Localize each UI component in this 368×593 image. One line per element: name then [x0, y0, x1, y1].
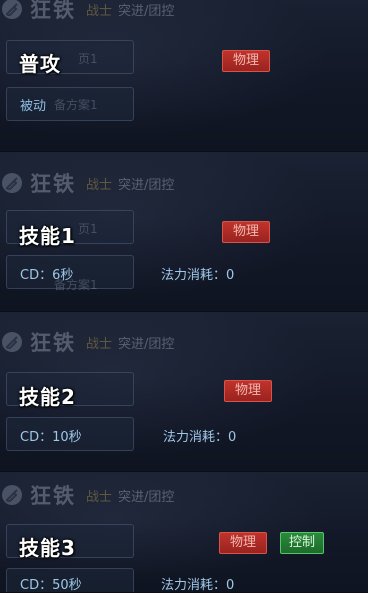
hero-icon: [2, 173, 22, 193]
mana-cost-label: 法力消耗：0: [161, 578, 235, 593]
mana-cost-label: 法力消耗：0: [163, 430, 237, 445]
skill-title: 技能2: [19, 385, 76, 409]
ghost-plan-label: 备方案1: [54, 98, 98, 112]
passive-label: 被动: [20, 99, 47, 114]
tag-physical: 物理: [222, 221, 271, 243]
skill-section-1: 狂铁 战士 突进/团控 页1 备方案1 技能1 物理 CD：6秒 法力消耗：0: [0, 152, 368, 312]
hero-header: 狂铁 战士 突进/团控: [2, 329, 174, 355]
hero-icon: [2, 0, 22, 19]
tag-physical: 物理: [224, 380, 273, 402]
hero-header: 狂铁 战士 突进/团控: [2, 170, 174, 196]
skill-title: 技能3: [19, 536, 76, 560]
mana-cost-label: 法力消耗：0: [161, 268, 235, 283]
skill-section-basic-attack: 狂铁 战士 突进/团控 页1 备方案1 普攻 物理 被动: [0, 0, 368, 152]
cd-label: CD：50秒: [20, 578, 82, 593]
hero-name: 狂铁: [30, 172, 76, 196]
hero-header: 狂铁 战士 突进/团控: [2, 482, 174, 508]
hero-tags: 突进/团控: [118, 177, 175, 193]
ghost-page-label: 页1: [78, 52, 98, 66]
ghost-page-label: 页1: [78, 222, 98, 236]
hero-icon: [2, 485, 22, 505]
skill-section-3: 狂铁 战士 突进/团控 技能3 物理 控制 CD：50秒 法力消耗：0: [0, 472, 368, 593]
hero-role: 战士: [86, 177, 113, 193]
hero-name: 狂铁: [30, 0, 76, 22]
skill-title: 普攻: [19, 52, 61, 76]
tag-physical: 物理: [222, 50, 271, 72]
hero-tags: 突进/团控: [118, 3, 175, 19]
cd-label: CD：10秒: [20, 430, 82, 445]
hero-name: 狂铁: [30, 331, 76, 355]
hero-header: 狂铁 战士 突进/团控: [2, 0, 174, 22]
skill-title: 技能1: [19, 224, 76, 248]
cd-label: CD：6秒: [20, 268, 74, 283]
skill-section-2: 狂铁 战士 突进/团控 技能2 物理 CD：10秒 法力消耗：0: [0, 312, 368, 472]
hero-tags: 突进/团控: [118, 489, 175, 505]
hero-tags: 突进/团控: [118, 336, 175, 352]
hero-role: 战士: [86, 336, 113, 352]
tag-physical: 物理: [219, 532, 268, 554]
tag-control: 控制: [280, 532, 325, 554]
hero-icon: [2, 332, 22, 352]
hero-role: 战士: [86, 489, 113, 505]
hero-role: 战士: [86, 3, 113, 19]
hero-name: 狂铁: [30, 484, 76, 508]
